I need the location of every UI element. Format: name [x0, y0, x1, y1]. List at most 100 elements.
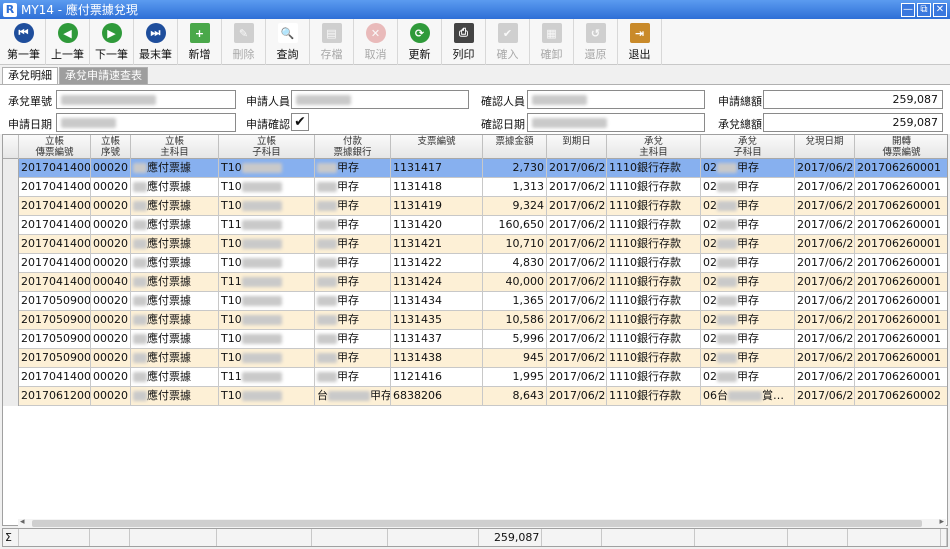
- scroll-right-icon[interactable]: ▸: [939, 517, 944, 527]
- due-date-cell[interactable]: 2017/06/25: [547, 235, 607, 254]
- bank-cell[interactable]: 甲存: [315, 235, 391, 254]
- sub-account-cell[interactable]: T10: [219, 311, 315, 330]
- bank-cell[interactable]: 甲存: [315, 273, 391, 292]
- column-header[interactable]: 支票編號: [391, 135, 483, 159]
- horizontal-scrollbar[interactable]: ◂ ▸: [18, 517, 946, 528]
- table-row[interactable]: 20170414000500020 應付票據 T10 甲存 1131419 9,324 20…: [3, 197, 947, 216]
- due-date-cell[interactable]: 2017/06/25: [547, 368, 607, 387]
- bank-cell[interactable]: 甲存: [315, 216, 391, 235]
- amount-cell[interactable]: 4,830: [483, 254, 547, 273]
- row-selector[interactable]: [3, 387, 19, 406]
- accept-sub-cell[interactable]: 02 甲存: [701, 292, 795, 311]
- row-selector[interactable]: [3, 330, 19, 349]
- accept-main-cell[interactable]: 1110銀行存款: [607, 330, 701, 349]
- accept-sub-cell[interactable]: 06台 賞…: [701, 387, 795, 406]
- voucher-cell[interactable]: 201704140009: [19, 235, 91, 254]
- confirm-date-field[interactable]: [527, 113, 705, 132]
- bank-cell[interactable]: 甲存: [315, 292, 391, 311]
- column-header[interactable]: 付款 票據銀行: [315, 135, 391, 159]
- transfer-voucher-cell[interactable]: 201706260001: [855, 216, 947, 235]
- accept-sub-cell[interactable]: 02 甲存: [701, 235, 795, 254]
- sub-account-cell[interactable]: T10: [219, 254, 315, 273]
- main-account-cell[interactable]: 應付票據: [131, 311, 219, 330]
- seq-cell[interactable]: 00020: [91, 311, 131, 330]
- main-account-cell[interactable]: 應付票據: [131, 330, 219, 349]
- tab-1[interactable]: 承兌申請速查表: [59, 67, 148, 84]
- due-date-cell[interactable]: 2017/06/25: [547, 197, 607, 216]
- transfer-voucher-cell[interactable]: 201706260001: [855, 197, 947, 216]
- accept-main-cell[interactable]: 1110銀行存款: [607, 159, 701, 178]
- accept-sub-cell[interactable]: 02 甲存: [701, 216, 795, 235]
- first-record-button[interactable]: ⏮ 第一筆: [2, 19, 46, 65]
- cash-date-cell[interactable]: 2017/06/26: [795, 159, 855, 178]
- amount-cell[interactable]: 9,324: [483, 197, 547, 216]
- column-header[interactable]: 立帳 主科目: [131, 135, 219, 159]
- sub-account-cell[interactable]: T10: [219, 197, 315, 216]
- minimize-button[interactable]: —: [901, 2, 915, 17]
- accept-main-cell[interactable]: 1110銀行存款: [607, 178, 701, 197]
- amount-cell[interactable]: 1,995: [483, 368, 547, 387]
- transfer-voucher-cell[interactable]: 201706260001: [855, 349, 947, 368]
- accept-sub-cell[interactable]: 02 甲存: [701, 273, 795, 292]
- check-no-cell[interactable]: 1121416: [391, 368, 483, 387]
- scroll-thumb[interactable]: [32, 520, 922, 527]
- amount-cell[interactable]: 40,000: [483, 273, 547, 292]
- voucher-cell[interactable]: 201704140005: [19, 197, 91, 216]
- seq-cell[interactable]: 00020: [91, 197, 131, 216]
- sub-account-cell[interactable]: T10: [219, 387, 315, 406]
- sub-account-cell[interactable]: T10: [219, 292, 315, 311]
- table-row[interactable]: 20170414000900020 應付票據 T10 甲存 1131421 10,710 2…: [3, 235, 947, 254]
- table-row[interactable]: 20170612001200020 應付票據 T10 台 甲存6838206 8,643 2…: [3, 387, 947, 406]
- bank-cell[interactable]: 甲存: [315, 254, 391, 273]
- check-no-cell[interactable]: 1131424: [391, 273, 483, 292]
- update-button[interactable]: ⟳ 更新: [398, 19, 442, 65]
- voucher-cell[interactable]: 201706120012: [19, 387, 91, 406]
- sub-account-cell[interactable]: T10: [219, 235, 315, 254]
- amount-cell[interactable]: 2,730: [483, 159, 547, 178]
- seq-cell[interactable]: 00020: [91, 178, 131, 197]
- table-row[interactable]: 20170414000200020 應付票據 T10 甲存 1131417 2,730 20…: [3, 159, 947, 178]
- due-date-cell[interactable]: 2017/06/25: [547, 349, 607, 368]
- check-no-cell[interactable]: 1131434: [391, 292, 483, 311]
- row-selector[interactable]: [3, 197, 19, 216]
- cash-date-cell[interactable]: 2017/06/26: [795, 216, 855, 235]
- seq-cell[interactable]: 00020: [91, 292, 131, 311]
- accept-main-cell[interactable]: 1110銀行存款: [607, 235, 701, 254]
- save-button[interactable]: ▤ 存檔: [310, 19, 354, 65]
- apply-confirm-checkbox[interactable]: ✔: [291, 113, 309, 131]
- cash-date-cell[interactable]: 2017/06/26: [795, 254, 855, 273]
- confirmer-field[interactable]: [527, 90, 705, 109]
- apply-date-field[interactable]: [56, 113, 236, 132]
- voucher-cell[interactable]: 201705090009: [19, 311, 91, 330]
- main-account-cell[interactable]: 應付票據: [131, 159, 219, 178]
- seq-cell[interactable]: 00020: [91, 368, 131, 387]
- amount-cell[interactable]: 945: [483, 349, 547, 368]
- scroll-left-icon[interactable]: ◂: [20, 517, 25, 527]
- sub-account-cell[interactable]: T11: [219, 273, 315, 292]
- transfer-voucher-cell[interactable]: 201706260002: [855, 387, 947, 406]
- table-row[interactable]: 20170509000700020 應付票據 T10 甲存 1131434 1,365 20…: [3, 292, 947, 311]
- table-row[interactable]: 20170414001700040 應付票據 T11 甲存 1131424 40,000 2…: [3, 273, 947, 292]
- row-selector[interactable]: [3, 349, 19, 368]
- accept-main-cell[interactable]: 1110銀行存款: [607, 292, 701, 311]
- check-no-cell[interactable]: 1131438: [391, 349, 483, 368]
- accept-sub-cell[interactable]: 02 甲存: [701, 349, 795, 368]
- main-account-cell[interactable]: 應付票據: [131, 349, 219, 368]
- accept-sub-cell[interactable]: 02 甲存: [701, 197, 795, 216]
- cash-date-cell[interactable]: 2017/06/26: [795, 311, 855, 330]
- transfer-voucher-cell[interactable]: 201706260001: [855, 311, 947, 330]
- row-selector[interactable]: [3, 311, 19, 330]
- close-button[interactable]: ✕: [933, 2, 947, 17]
- accept-sub-cell[interactable]: 02 甲存: [701, 254, 795, 273]
- cash-date-cell[interactable]: 2017/06/26: [795, 349, 855, 368]
- row-selector[interactable]: [3, 254, 19, 273]
- table-row[interactable]: 20170414001100020 應付票據 T10 甲存 1131422 4,830 20…: [3, 254, 947, 273]
- applicant-field[interactable]: [291, 90, 469, 109]
- due-date-cell[interactable]: 2017/06/25: [547, 387, 607, 406]
- main-account-cell[interactable]: 應付票據: [131, 368, 219, 387]
- table-row[interactable]: 20170414000600020 應付票據 T11 甲存 1131420 160,650…: [3, 216, 947, 235]
- exit-button[interactable]: ⇥ 退出: [618, 19, 662, 65]
- sub-account-cell[interactable]: T11: [219, 368, 315, 387]
- main-account-cell[interactable]: 應付票據: [131, 254, 219, 273]
- prev-record-button[interactable]: ◀ 上一筆: [46, 19, 90, 65]
